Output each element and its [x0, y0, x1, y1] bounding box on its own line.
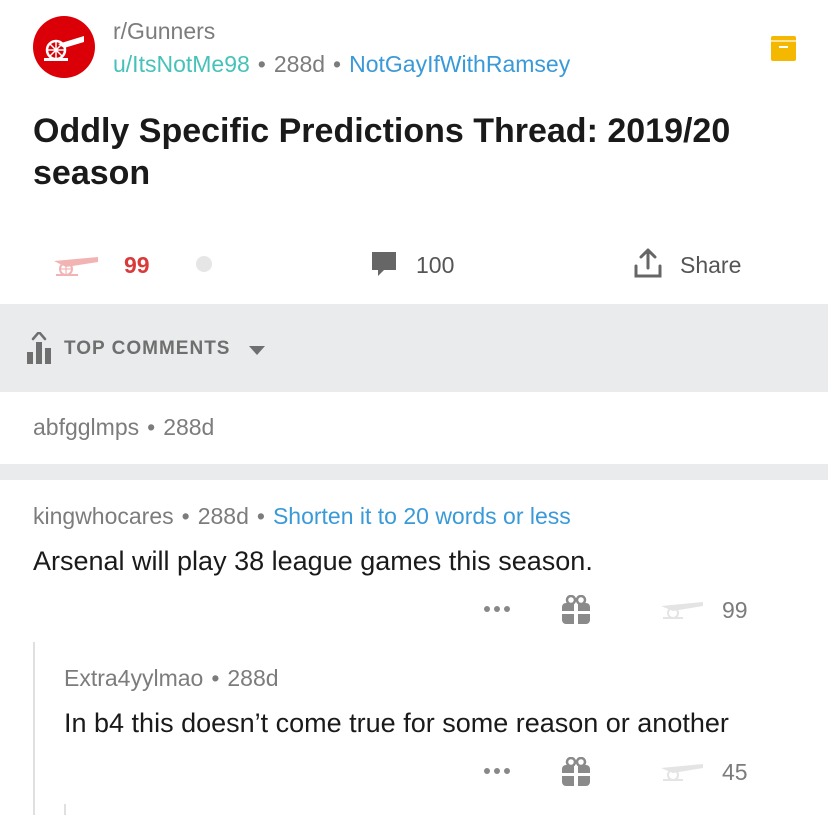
comment-count[interactable]: 100: [416, 252, 454, 279]
comment-age: 288d: [197, 503, 249, 529]
sort-label[interactable]: TOP COMMENTS: [64, 338, 230, 360]
cannon-upvote-icon[interactable]: [52, 255, 100, 277]
separator-dot: •: [257, 51, 266, 77]
comment-author[interactable]: abfgglmps: [33, 414, 139, 440]
ellipsis-icon[interactable]: [483, 605, 511, 613]
speech-bubble-icon[interactable]: [370, 250, 398, 278]
comment-meta: kingwhocares • 288d • Shorten it to 20 words…: [33, 503, 571, 530]
cannon-upvote-icon[interactable]: [657, 600, 705, 620]
separator-dot: •: [181, 503, 190, 529]
downvote-button[interactable]: [196, 256, 212, 272]
user-flair: Shorten it to 20 words or less: [272, 503, 571, 529]
user-flair: NotGayIfWithRamsey: [349, 51, 571, 77]
divider: [0, 464, 828, 480]
subreddit-name[interactable]: r/Gunners: [113, 18, 215, 45]
bar-chart-sort-icon: [27, 332, 51, 364]
comment-age: 288d: [163, 414, 215, 440]
separator-dot: •: [256, 503, 265, 529]
comment-body: Arsenal will play 38 league games this s…: [33, 546, 593, 576]
cannon-upvote-icon[interactable]: [657, 762, 705, 782]
separator-dot: •: [333, 51, 342, 77]
comment-body: In b4 this doesn’t come true for some re…: [64, 708, 729, 738]
subreddit-avatar-icon[interactable]: [33, 16, 95, 78]
post-title[interactable]: Oddly Specific Predictions Thread: 2019/…: [33, 110, 803, 194]
post-action-bar: 99 100 Share: [0, 236, 828, 292]
comment-score: 45: [722, 759, 748, 785]
post-score: 99: [124, 252, 150, 278]
comment-author[interactable]: kingwhocares: [33, 503, 174, 529]
reply-meta: Extra4yylmao • 288d: [64, 665, 279, 692]
comment-author[interactable]: Extra4yylmao: [64, 665, 203, 691]
bookmark-icon[interactable]: [771, 36, 796, 61]
comment-meta: abfgglmps • 288d: [33, 414, 214, 441]
share-button[interactable]: Share: [680, 252, 741, 279]
share-upload-icon[interactable]: [634, 248, 662, 280]
chevron-down-icon[interactable]: [249, 346, 265, 355]
separator-dot: •: [211, 665, 220, 691]
post-author[interactable]: u/ItsNotMe98: [113, 51, 250, 77]
collapsed-comment[interactable]: abfgglmps • 288d: [0, 392, 828, 464]
comment-sort-bar[interactable]: TOP COMMENTS: [0, 304, 828, 392]
separator-dot: •: [147, 414, 156, 440]
thread-line[interactable]: [64, 804, 66, 815]
post-age: 288d: [273, 51, 326, 77]
post-meta: u/ItsNotMe98 • 288d • NotGayIfWithRamsey: [113, 51, 570, 78]
post-header: r/Gunners u/ItsNotMe98 • 288d • NotGayIfWith…: [0, 0, 828, 100]
comment-age: 288d: [227, 665, 279, 691]
gift-icon[interactable]: [561, 757, 591, 787]
thread-line[interactable]: [33, 642, 35, 815]
comment-score: 99: [722, 597, 748, 623]
ellipsis-icon[interactable]: [483, 767, 511, 775]
gift-icon[interactable]: [561, 595, 591, 625]
